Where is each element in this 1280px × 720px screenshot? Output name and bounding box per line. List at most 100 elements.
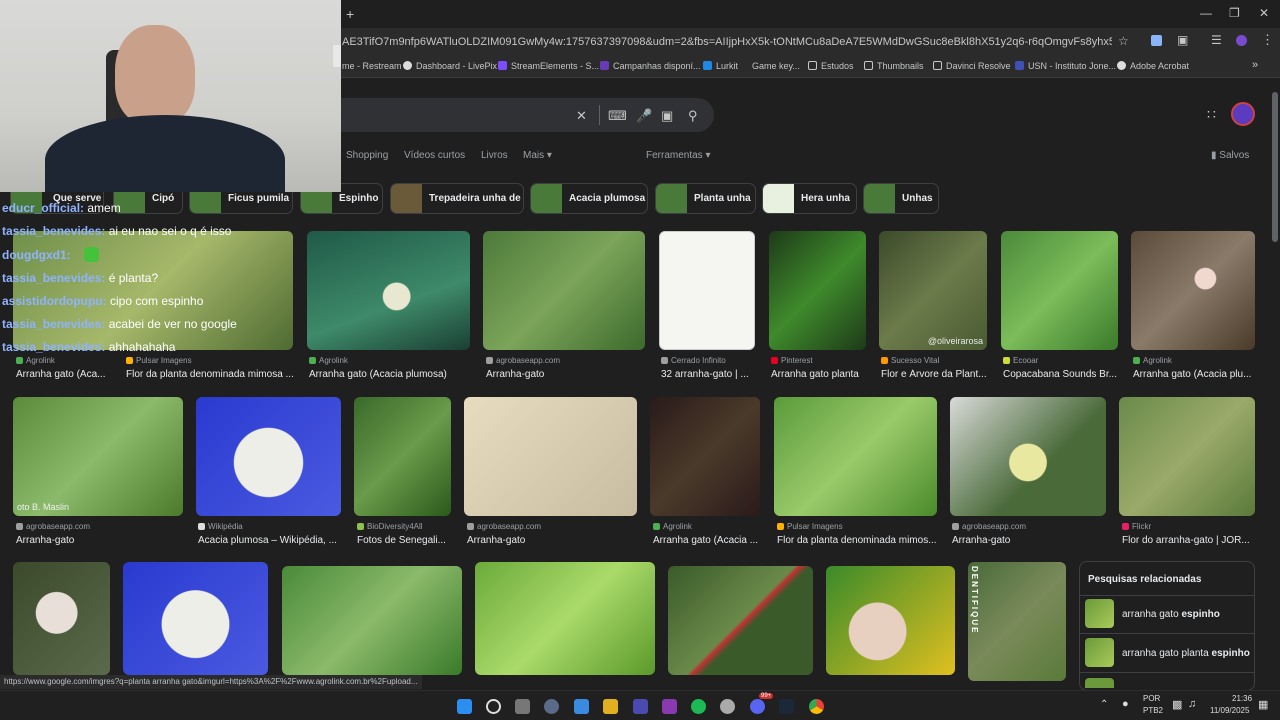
result-image[interactable] [475, 562, 655, 675]
tools-button[interactable]: Ferramentas ▾ [646, 150, 711, 161]
result-image[interactable] [659, 231, 755, 350]
account-avatar[interactable] [1231, 102, 1255, 126]
mic-icon[interactable]: ● [1122, 698, 1129, 710]
chip-unhas[interactable]: Unhas [863, 183, 939, 214]
discord-icon[interactable] [750, 699, 765, 714]
result-image[interactable] [650, 397, 760, 516]
chip-acacia-plumosa[interactable]: Acacia plumosa [530, 183, 648, 214]
result-title[interactable]: Arranha gato (Acacia plu... [1133, 369, 1255, 380]
chevron-up-icon[interactable]: ⌃ [1100, 699, 1108, 710]
result-image[interactable] [668, 566, 813, 675]
result-title[interactable]: Flor da planta denominada mimos... [777, 535, 937, 546]
bookmark-item[interactable]: Dashboard - LivePix [403, 61, 497, 71]
search-icon[interactable] [486, 699, 501, 714]
minimize-icon[interactable]: — [1200, 6, 1212, 20]
result-image[interactable] [1119, 397, 1255, 516]
clock-date[interactable]: 11/09/2025 [1210, 706, 1249, 715]
result-image[interactable]: oto B. Maslin [13, 397, 183, 516]
search-icon[interactable]: ⚲ [688, 108, 698, 124]
settings-icon[interactable] [544, 699, 559, 714]
tab-short-videos[interactable]: Vídeos curtos [404, 150, 465, 161]
result-image[interactable] [464, 397, 637, 516]
new-tab-button[interactable]: + [346, 6, 354, 22]
result-image[interactable] [282, 566, 462, 675]
bookmark-item[interactable]: Adobe Acrobat [1117, 61, 1189, 71]
volume-icon[interactable]: ♫ [1188, 698, 1196, 710]
task-view-icon[interactable] [515, 699, 530, 714]
close-icon[interactable]: ✕ [1259, 6, 1269, 20]
bookmark-item[interactable]: Lurkit [703, 61, 738, 71]
menu-icon[interactable]: ⋮ [1261, 32, 1274, 48]
bookmark-folder[interactable]: Estudos [808, 61, 854, 71]
result-title[interactable]: Arranha-gato [16, 535, 184, 546]
apps-grid-icon[interactable]: ∷ [1207, 106, 1216, 123]
chrome-icon[interactable] [809, 699, 824, 714]
spotify-icon[interactable] [691, 699, 706, 714]
result-title[interactable]: Arranha-gato [467, 535, 635, 546]
keyboard-icon[interactable]: ⌨ [608, 108, 627, 124]
saved-button[interactable]: ▮ Salvos [1211, 150, 1249, 161]
lens-icon[interactable]: ▣ [661, 108, 673, 124]
bookmark-item[interactable]: me - Restream [342, 61, 402, 71]
result-title[interactable]: Arranha-gato [952, 535, 1102, 546]
result-image[interactable] [483, 231, 645, 350]
result-title[interactable]: Flor da planta denominada mimosa ... [126, 369, 294, 380]
result-image[interactable] [13, 562, 110, 675]
extension-icon[interactable] [1151, 35, 1162, 46]
restore-icon[interactable]: ❐ [1229, 6, 1240, 20]
clear-icon[interactable]: ✕ [576, 108, 587, 124]
result-title[interactable]: Acacia plumosa – Wikipédia, ... [198, 535, 340, 546]
result-title[interactable]: 32 arranha-gato | ... [661, 369, 757, 380]
language-indicator[interactable]: POR [1143, 694, 1160, 703]
result-image[interactable] [1001, 231, 1118, 350]
bookmark-item[interactable]: StreamElements - S... [498, 61, 599, 71]
result-image[interactable]: @oliveirarosa [879, 231, 987, 350]
mic-icon[interactable]: 🎤 [636, 108, 652, 124]
app-icon[interactable] [662, 699, 677, 714]
result-title[interactable]: Arranha gato (Acacia ... [653, 535, 761, 546]
result-image[interactable] [196, 397, 341, 516]
related-item[interactable]: arranha gato espinho [1085, 599, 1253, 632]
bookmark-item[interactable]: Campanhas disponí... [600, 61, 701, 71]
media-icon[interactable]: ☰ [1211, 33, 1222, 47]
result-image[interactable] [826, 566, 955, 675]
bookmark-folder[interactable]: Thumbnails [864, 61, 924, 71]
chip-trepadeira[interactable]: Trepadeira unha de [390, 183, 524, 214]
result-image[interactable] [950, 397, 1106, 516]
result-title[interactable]: Arranha-gato [486, 369, 636, 380]
bookmark-item[interactable]: USN - Instituto Jone... [1015, 61, 1116, 71]
chevron-right-icon[interactable]: » [1252, 59, 1258, 71]
result-image[interactable] [1131, 231, 1255, 350]
result-title[interactable]: Arranha gato planta [771, 369, 867, 380]
bookmark-item[interactable]: Game key... [752, 61, 800, 71]
result-image[interactable] [354, 397, 451, 516]
network-icon[interactable]: ▩ [1172, 698, 1182, 711]
result-title[interactable]: Flor e Árvore da Plant... [881, 369, 989, 380]
result-title[interactable]: Fotos de Senegali... [357, 535, 452, 546]
result-image[interactable] [123, 562, 268, 675]
result-image[interactable] [307, 231, 470, 350]
chip-planta-unha[interactable]: Planta unha [655, 183, 756, 214]
tab-more[interactable]: Mais ▾ [523, 150, 552, 161]
result-title[interactable]: Arranha gato (Acacia plumosa) [309, 369, 469, 380]
profile-avatar[interactable] [1236, 35, 1247, 46]
result-image[interactable] [769, 231, 866, 350]
scrollbar-thumb[interactable] [1272, 92, 1278, 242]
url-text[interactable]: AE3TifO7m9nfp6WATluOLDZIM091GwMy4w:17576… [342, 36, 1112, 48]
clock-time[interactable]: 21:36 [1232, 694, 1252, 703]
tab-books[interactable]: Livros [481, 150, 508, 161]
steam-icon[interactable] [779, 699, 794, 714]
related-item[interactable]: arranha gato planta espinho [1085, 638, 1253, 671]
app-icon[interactable] [633, 699, 648, 714]
bookmark-folder[interactable]: Davinci Resolve [933, 61, 1011, 71]
file-explorer-icon[interactable] [603, 699, 618, 714]
result-image[interactable] [774, 397, 937, 516]
result-title[interactable]: Flor do arranha-gato | JOR... [1122, 535, 1254, 546]
result-title[interactable]: Copacabana Sounds Br... [1003, 369, 1119, 380]
app-icon[interactable] [720, 699, 735, 714]
tab-shopping[interactable]: Shopping [346, 150, 388, 161]
start-icon[interactable] [457, 699, 472, 714]
puzzle-icon[interactable]: ▣ [1177, 33, 1188, 47]
result-image[interactable]: DENTIFIQUE [968, 562, 1066, 681]
photos-icon[interactable] [574, 699, 589, 714]
